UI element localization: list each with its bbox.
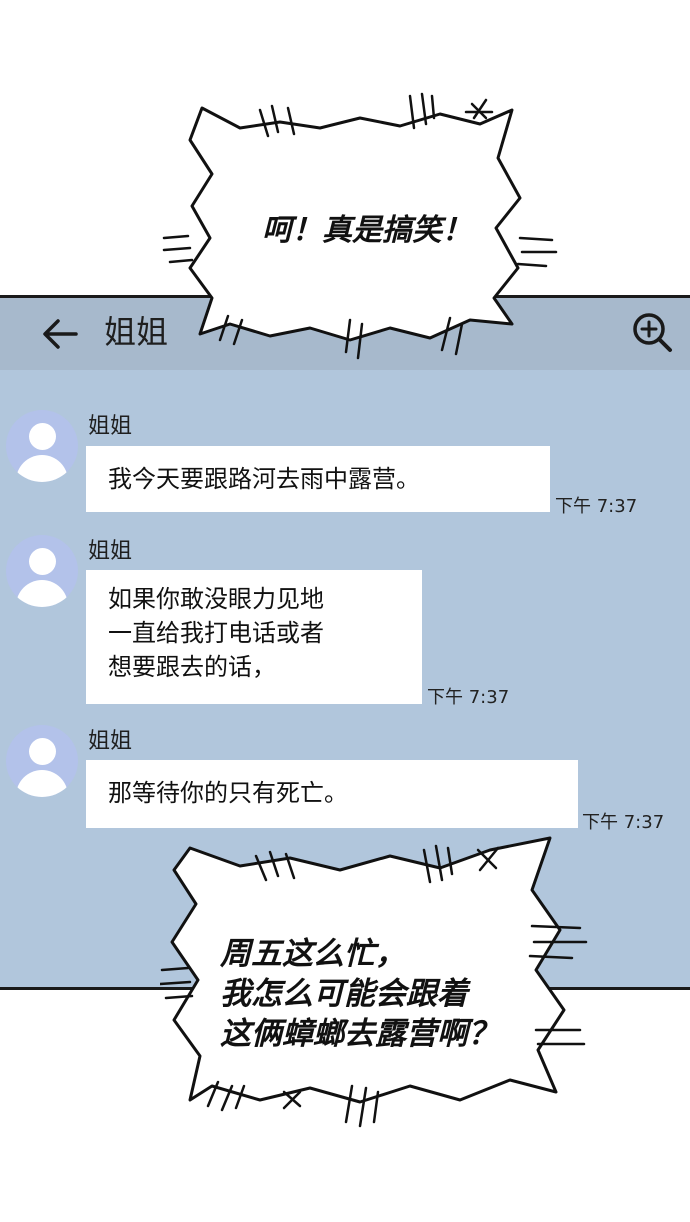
message-bubble: 我今天要跟路河去雨中露营。	[86, 446, 550, 512]
zoom-in-icon[interactable]	[630, 310, 674, 354]
sender-name: 姐姐	[88, 539, 133, 564]
message-line: 想要跟去的话，	[108, 653, 276, 681]
message-line: 我今天要跟路河去雨中露营。	[108, 465, 420, 493]
shout-bubble-top: 呵！真是搞笑！	[160, 88, 560, 368]
avatar[interactable]	[6, 725, 78, 797]
shout-bubble-bottom: 周五这么忙， 我怎么可能会跟着 这俩蟑螂去露营啊？	[160, 830, 600, 1150]
message-bubble: 那等待你的只有死亡。	[86, 760, 578, 828]
shout-line: 我怎么可能会跟着	[220, 976, 468, 1012]
message-line: 如果你敢没眼力见地	[108, 585, 324, 613]
avatar[interactable]	[6, 410, 78, 482]
shout-line: 这俩蟑螂去露营啊？	[220, 1016, 499, 1052]
avatar[interactable]	[6, 535, 78, 607]
message-line: 那等待你的只有死亡。	[108, 779, 348, 807]
arrow-left-icon[interactable]	[40, 316, 80, 352]
shout-text: 周五这么忙， 我怎么可能会跟着 这俩蟑螂去露营啊？	[220, 934, 499, 1054]
chat-title: 姐姐	[104, 313, 169, 351]
message-line: 一直给我打电话或者	[108, 619, 324, 647]
message-bubble: 如果你敢没眼力见地 一直给我打电话或者 想要跟去的话，	[86, 570, 422, 704]
shout-text: 呵！真是搞笑！	[262, 213, 472, 248]
sender-name: 姐姐	[88, 414, 133, 439]
message-time: 下午 7:37	[427, 687, 510, 708]
sender-name: 姐姐	[88, 729, 133, 754]
message-time: 下午 7:37	[555, 496, 638, 517]
shout-line: 周五这么忙，	[220, 936, 406, 972]
